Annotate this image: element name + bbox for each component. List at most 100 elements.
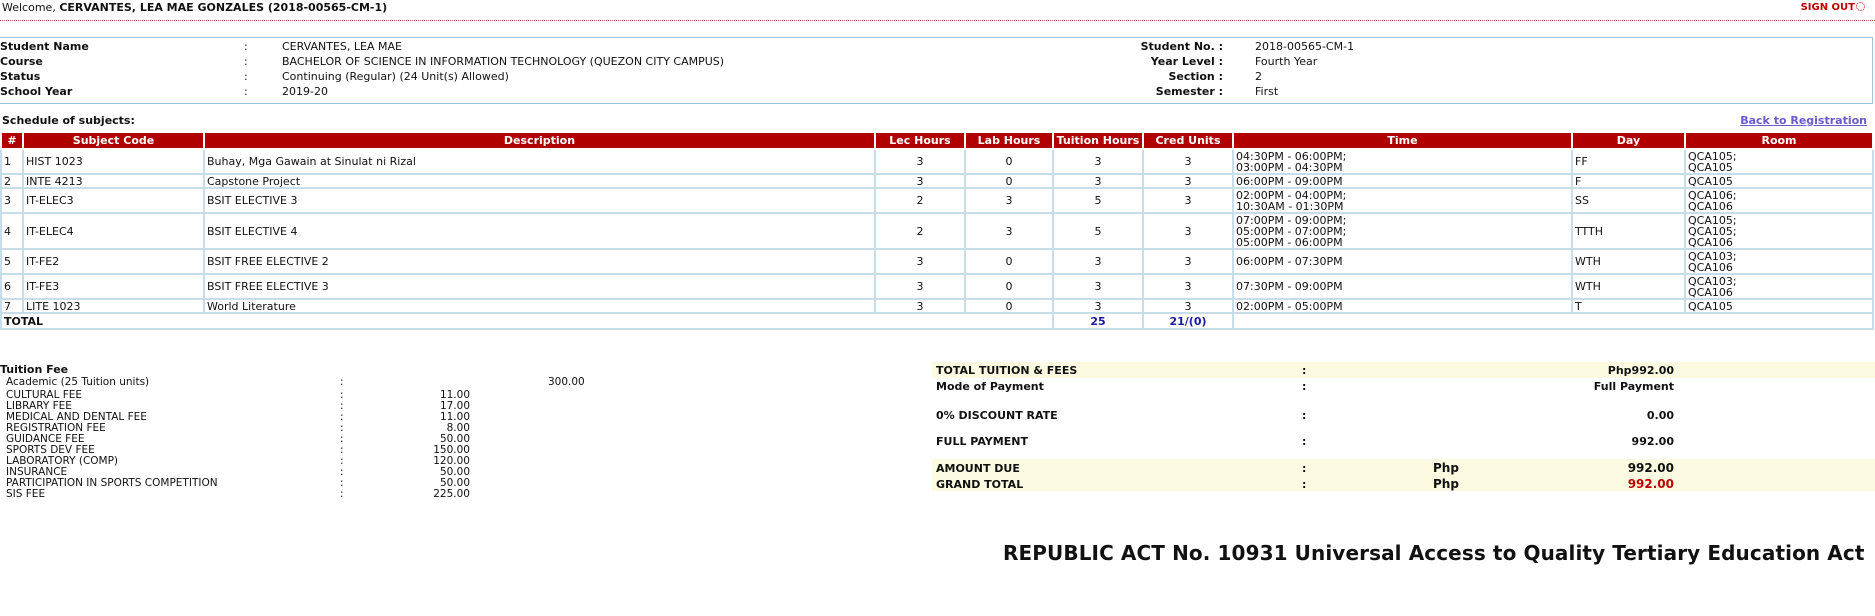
schedule-time: 07:00PM - 09:00PM; 05:00PM - 07:00PM; 05:0… — [1232, 212, 1573, 250]
schedule-room-line: QCA105 — [1688, 160, 1733, 174]
year-level-value: Fourth Year — [1255, 55, 1318, 68]
lec-hours: 3 — [874, 173, 966, 189]
schedule-day: FF — [1571, 148, 1686, 175]
colon: : — [340, 488, 344, 500]
subject-description: Buhay, Mga Gawain at Sinulat ni Rizal — [203, 148, 876, 175]
student-name-value: CERVANTES, LEA MAE — [282, 40, 402, 53]
lec-hours: 3 — [874, 148, 966, 175]
schedule-time-line: 06:00PM - 09:00PM — [1236, 174, 1343, 188]
table-row: 2 INTE 4213 Capstone Project 3 0 3 3 06:00PM - … — [0, 173, 1874, 189]
row-number: 6 — [0, 273, 24, 300]
schedule-room-line: QCA105; — [1688, 213, 1737, 227]
subject-description: BSIT ELECTIVE 4 — [203, 212, 876, 250]
schedule-time: 06:00PM - 09:00PM — [1232, 173, 1573, 189]
schedule-title: Schedule of subjects: — [2, 114, 135, 127]
cred-units: 3 — [1142, 187, 1234, 214]
schedule-room-line: QCA105; — [1688, 149, 1737, 163]
table-row: 1 HIST 1023 Buhay, Mga Gawain at Sinulat n… — [0, 148, 1874, 175]
row-number: 4 — [0, 212, 24, 250]
colon: : — [1302, 380, 1307, 393]
schedule-time-line: 03:00PM - 04:30PM — [1236, 160, 1343, 174]
year-level-label: Year Level : — [1150, 55, 1223, 68]
lec-hours: 3 — [874, 298, 966, 314]
grand-total-label: GRAND TOTAL — [936, 478, 1024, 491]
course-value: BACHELOR OF SCIENCE IN INFORMATION TECHN… — [282, 55, 725, 68]
schedule-day: TTTH — [1571, 212, 1686, 250]
mode-of-payment-value: Full Payment — [1593, 380, 1674, 393]
full-payment-value: 992.00 — [1631, 435, 1674, 448]
student-info-panel — [0, 37, 1873, 104]
row-number: 3 — [0, 187, 24, 214]
colon: : — [1302, 435, 1307, 448]
cred-units: 3 — [1142, 148, 1234, 175]
cred-units: 3 — [1142, 273, 1234, 300]
column-header: # — [0, 131, 24, 150]
schedule-room: QCA105; QCA105; QCA106 — [1684, 212, 1874, 250]
schedule-time: 02:00PM - 04:00PM; 10:30AM - 01:30PM — [1232, 187, 1573, 214]
schedule-time-line: 05:00PM - 07:00PM; — [1236, 224, 1347, 238]
subject-code: INTE 4213 — [22, 173, 205, 189]
subject-code: HIST 1023 — [22, 148, 205, 175]
sign-out-link[interactable]: SIGN OUT — [1801, 2, 1865, 13]
schedule-day: WTH — [1571, 273, 1686, 300]
schedule-time: 02:00PM - 05:00PM — [1232, 298, 1573, 314]
schedule-room: QCA103; QCA106 — [1684, 248, 1874, 275]
schedule-room: QCA106; QCA106 — [1684, 187, 1874, 214]
column-header: Time — [1232, 131, 1573, 150]
semester-value: First — [1255, 85, 1279, 98]
tuition-hours: 3 — [1052, 248, 1144, 275]
subject-description: Capstone Project — [203, 173, 876, 189]
subject-code: IT-FE3 — [22, 273, 205, 300]
student-no-label: Student No. : — [1140, 40, 1223, 53]
lab-hours: 0 — [964, 298, 1054, 314]
lab-hours: 0 — [964, 273, 1054, 300]
schedule-time-line: 06:00PM - 07:30PM — [1236, 255, 1343, 268]
welcome-prefix: Welcome, — [2, 1, 56, 14]
total-label: TOTAL — [0, 312, 1054, 330]
tuition-hours: 3 — [1052, 173, 1144, 189]
lab-hours: 0 — [964, 148, 1054, 175]
student-no-value: 2018-00565-CM-1 — [1255, 40, 1355, 53]
schedule-room-line: QCA106 — [1688, 199, 1733, 213]
grand-total-value: 992.00 — [1627, 477, 1674, 491]
amount-due-value: 992.00 — [1627, 461, 1674, 475]
tuition-hours: 5 — [1052, 212, 1144, 250]
schedule-table: # Subject Code Description Lec Hours Lab… — [0, 131, 1874, 330]
schedule-day: T — [1571, 298, 1686, 314]
schedule-time-line: 04:30PM - 06:00PM; — [1236, 149, 1347, 163]
colon: : — [1302, 478, 1307, 491]
column-header: Day — [1571, 131, 1686, 150]
cred-units: 3 — [1142, 173, 1234, 189]
column-header: Description — [203, 131, 876, 150]
colon: : — [244, 40, 248, 53]
semester-label: Semester : — [1155, 85, 1223, 98]
amount-due-label: AMOUNT DUE — [936, 462, 1020, 475]
schedule-room: QCA105 — [1684, 298, 1874, 314]
schedule-room: QCA103; QCA106 — [1684, 273, 1874, 300]
colon: : — [1302, 409, 1307, 422]
total-fees-value: Php992.00 — [1607, 364, 1674, 377]
discount-rate-label: 0% DISCOUNT RATE — [936, 409, 1058, 422]
mode-of-payment-label: Mode of Payment — [936, 380, 1044, 393]
lab-hours: 3 — [964, 212, 1054, 250]
column-header: Subject Code — [22, 131, 205, 150]
school-year-value: 2019-20 — [282, 85, 328, 98]
sign-out-label: SIGN OUT — [1800, 2, 1855, 13]
schedule-room-line: QCA103; — [1688, 249, 1737, 263]
table-row: 7 LITE 1023 World Literature 3 0 3 3 02:00PM - … — [0, 298, 1874, 314]
header-divider — [0, 20, 1875, 21]
total-fees-label: TOTAL TUITION & FEES — [936, 364, 1078, 377]
schedule-time: 04:30PM - 06:00PM; 03:00PM - 04:30PM — [1232, 148, 1573, 175]
republic-act-notice: REPUBLIC ACT No. 10931 Universal Access … — [1003, 541, 1865, 565]
schedule-total-row: TOTAL 25 21/(0) — [0, 312, 1874, 330]
subject-code: IT-ELEC3 — [22, 187, 205, 214]
cred-units: 3 — [1142, 298, 1234, 314]
school-year-label: School Year — [0, 85, 73, 98]
section-value: 2 — [1255, 70, 1262, 83]
lec-hours: 3 — [874, 273, 966, 300]
fee-item-label: SIS FEE — [6, 488, 46, 500]
back-to-registration-link[interactable]: Back to Registration — [1740, 114, 1867, 127]
schedule-time-line: 07:30PM - 09:00PM — [1236, 280, 1343, 293]
lab-hours: 0 — [964, 173, 1054, 189]
total-empty — [1232, 312, 1874, 330]
